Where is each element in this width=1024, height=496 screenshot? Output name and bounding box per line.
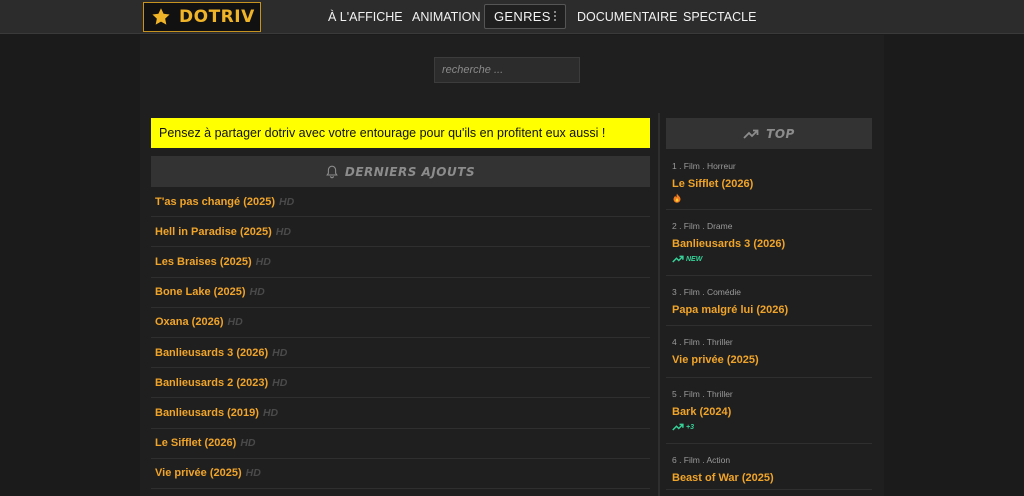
trending-up-icon	[743, 129, 759, 139]
latest-list-item[interactable]: Hell in Paradise (2025) HD	[151, 217, 650, 248]
latest-list-item[interactable]: Le Sifflet (2026) HD	[151, 429, 650, 459]
quality-badge: HD	[227, 316, 243, 329]
top-list-item[interactable]: 6 . Film . Action Beast of War (2025)	[666, 444, 872, 490]
fire-icon	[673, 193, 681, 203]
top-list-item[interactable]: 5 . Film . Thriller Bark (2024) +3	[666, 378, 872, 444]
nav-animation[interactable]: ANIMATION	[412, 10, 481, 24]
top-list-item[interactable]: 4 . Film . Thriller Vie privée (2025)	[666, 326, 872, 378]
latest-list-item[interactable]: T'as pas changé (2025) HD	[151, 187, 650, 218]
top-item-title: Vie privée (2025)	[672, 354, 759, 366]
latest-section-title: DERNIERS AJOUTS	[344, 164, 476, 179]
quality-badge: HD	[279, 195, 295, 208]
latest-list-item[interactable]: Banlieusards (2019) HD	[151, 398, 650, 429]
trending-up-icon	[672, 255, 684, 263]
quality-badge: HD	[272, 346, 288, 359]
latest-list-item[interactable]: Banlieusards 2 (2023) HD	[151, 368, 650, 399]
quality-badge: HD	[275, 225, 291, 238]
latest-list-item[interactable]: Bone Lake (2025) HD	[151, 278, 650, 308]
latest-item-title: Oxana (2026)	[155, 316, 224, 329]
latest-item-title: Bone Lake (2025)	[155, 286, 246, 299]
latest-item-title: Banlieusards 2 (2023)	[155, 376, 269, 389]
top-item-title: Beast of War (2025)	[672, 472, 774, 484]
latest-item-title: Le Sifflet (2026)	[155, 437, 237, 450]
latest-item-title: Hell in Paradise (2025)	[155, 225, 272, 238]
top-navigation-bar: DOTRIV À L'AFFICHE ANIMATION GENRES DOCU…	[0, 0, 1024, 34]
latest-item-title: Les Braises (2025)	[155, 255, 252, 268]
quality-badge: HD	[249, 286, 265, 299]
latest-item-title: Banlieusards (2019)	[155, 406, 259, 419]
bell-icon	[326, 165, 338, 178]
nav-a-laffiche[interactable]: À L'AFFICHE	[328, 10, 403, 24]
top-list-item[interactable]: 2 . Film . Drame Banlieusards 3 (2026) NEW	[666, 210, 872, 276]
latest-list-item[interactable]: Vie privée (2025) HD	[151, 459, 650, 489]
top-list-item[interactable]: 1 . Film . Horreur Le Sifflet (2026)	[666, 150, 872, 210]
top-item-meta: 2 . Film . Drame	[672, 221, 733, 231]
top-section-header: TOP	[666, 118, 872, 149]
top-list-item[interactable]: 3 . Film . Comédie Papa malgré lui (2026)	[666, 276, 872, 326]
latest-list-item[interactable]: Les Braises (2025) HD	[151, 247, 650, 278]
latest-item-title: Vie privée (2025)	[155, 467, 242, 480]
trend-badge-text: +3	[686, 423, 694, 431]
quality-badge: HD	[255, 255, 271, 268]
trend-badge: +3	[672, 423, 694, 431]
nav-documentaire[interactable]: DOCUMENTAIRE	[577, 10, 677, 24]
site-logo[interactable]: DOTRIV	[143, 2, 261, 32]
logo-text: DOTRIV	[179, 7, 255, 27]
trend-badge-text: NEW	[686, 255, 703, 263]
top-item-meta: 4 . Film . Thriller	[672, 337, 733, 347]
latest-item-title: T'as pas changé (2025)	[155, 195, 276, 208]
column-divider	[658, 113, 660, 496]
nav-spectacle[interactable]: SPECTACLE	[683, 10, 756, 24]
star-icon	[152, 8, 170, 25]
nav-genres-dropdown[interactable]: GENRES	[484, 4, 566, 29]
latest-additions-list: T'as pas changé (2025) HD Hell in Paradise…	[151, 187, 650, 489]
search-input[interactable]	[434, 57, 580, 83]
quality-badge: HD	[272, 376, 288, 389]
top-item-meta: 1 . Film . Horreur	[672, 161, 736, 171]
top-item-meta: 5 . Film . Thriller	[672, 389, 733, 399]
quality-badge: HD	[245, 467, 261, 480]
top-section-title: TOP	[766, 126, 795, 141]
latest-item-title: Banlieusards 3 (2026)	[155, 346, 269, 359]
quality-badge: HD	[240, 437, 256, 450]
latest-list-item[interactable]: Oxana (2026) HD	[151, 308, 650, 338]
kebab-menu-icon	[554, 11, 557, 23]
nav-genres-label: GENRES	[494, 9, 551, 24]
top-item-meta: 6 . Film . Action	[672, 455, 731, 465]
latest-list-item[interactable]: Banlieusards 3 (2026) HD	[151, 338, 650, 369]
top-item-title: Bark (2024)	[672, 406, 732, 418]
trend-badge: NEW	[672, 255, 702, 263]
top-item-title: Papa malgré lui (2026)	[672, 304, 789, 316]
latest-section-header: DERNIERS AJOUTS	[151, 156, 650, 187]
trending-up-icon	[672, 423, 684, 431]
top-item-title: Le Sifflet (2026)	[672, 178, 754, 190]
top-ranking-list: 1 . Film . Horreur Le Sifflet (2026) 2 . F…	[666, 150, 872, 490]
quality-badge: HD	[262, 406, 279, 419]
share-notice-banner: Pensez à partager dotriv avec votre ento…	[151, 118, 650, 148]
top-item-meta: 3 . Film . Comédie	[672, 287, 741, 297]
top-item-title: Banlieusards 3 (2026)	[672, 238, 786, 250]
